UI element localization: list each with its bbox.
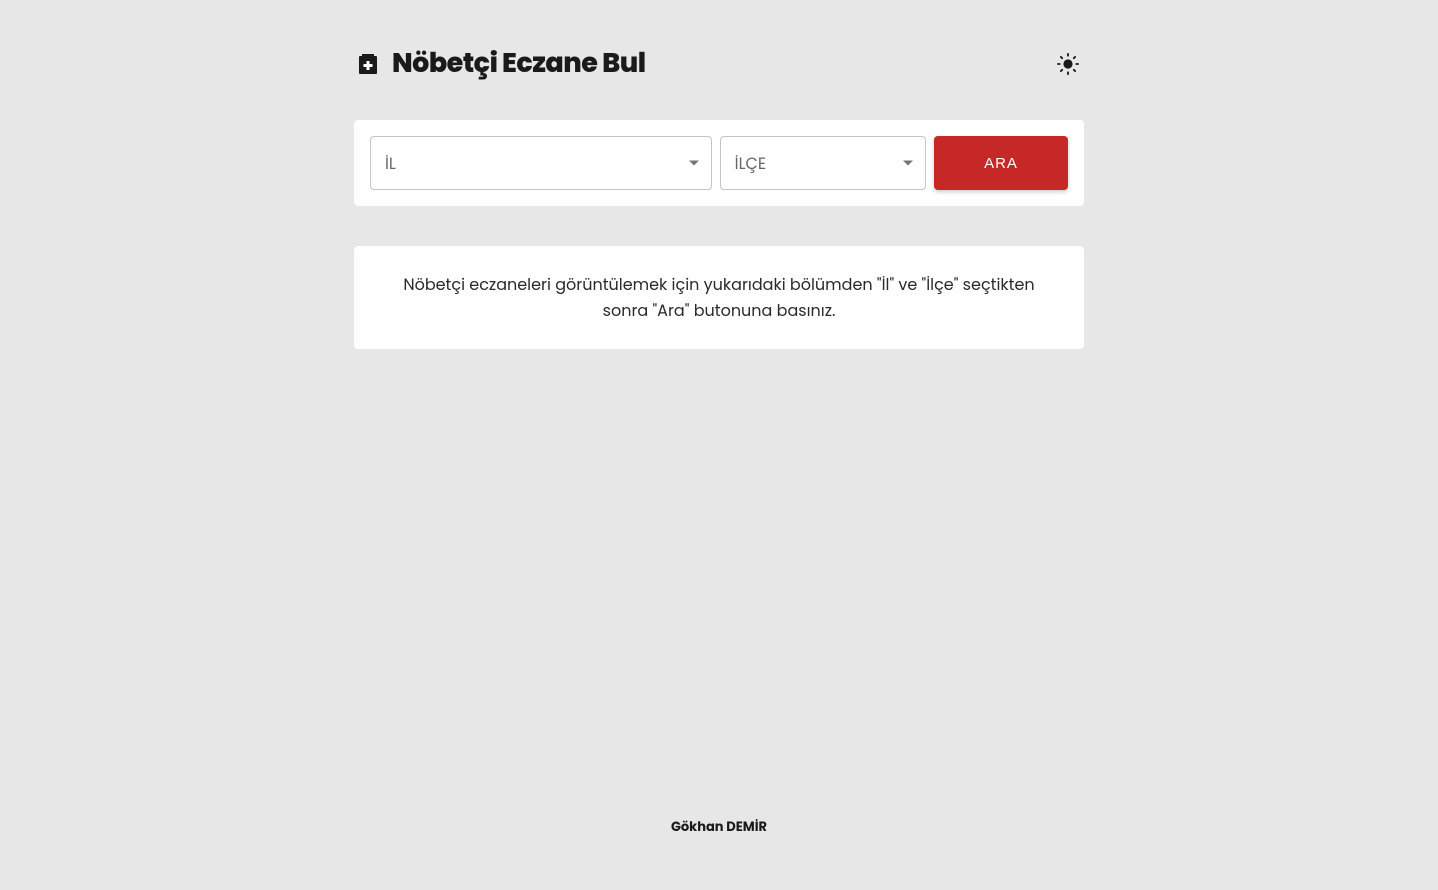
footer: Gökhan DEMİR [0,813,1438,838]
footer-author: Gökhan DEMİR [671,817,767,836]
province-select-label: İL [385,151,396,176]
province-select[interactable]: İL [370,136,712,190]
theme-toggle-button[interactable] [1056,52,1080,76]
district-select[interactable]: İLÇE [720,136,926,190]
info-card: Nöbetçi eczaneleri görüntülemek için yuk… [354,246,1084,349]
sun-icon [1057,53,1079,75]
page-title: Nöbetçi Eczane Bul [392,44,646,84]
chevron-down-icon [903,161,913,166]
info-message: Nöbetçi eczaneleri görüntülemek için yuk… [390,272,1048,323]
header: Nöbetçi Eczane Bul [354,44,1084,84]
header-left: Nöbetçi Eczane Bul [358,44,646,84]
district-select-label: İLÇE [735,151,766,176]
pharmacy-icon [358,53,378,75]
search-card: İL İLÇE ARA [354,120,1084,206]
chevron-down-icon [689,161,699,166]
search-button[interactable]: ARA [934,136,1068,190]
